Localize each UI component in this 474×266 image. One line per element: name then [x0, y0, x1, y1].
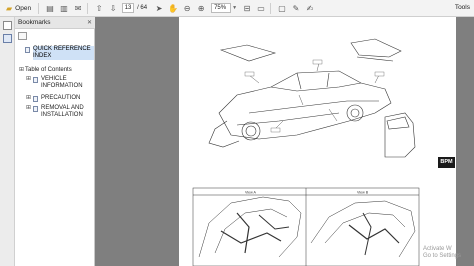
- page-number-input[interactable]: 13: [122, 3, 135, 13]
- expand-icon[interactable]: ⊞: [25, 95, 32, 102]
- bookmark-item[interactable]: ⊞ PRECAUTION: [25, 95, 93, 102]
- car-body-drawing: [218, 70, 392, 140]
- comment-icon: ▢: [278, 3, 286, 13]
- email-button[interactable]: ✉: [72, 2, 84, 15]
- hand-tool-button[interactable]: ✋: [167, 2, 179, 15]
- open-button[interactable]: ▰ Open: [2, 2, 35, 15]
- wheel-drawing: [241, 121, 261, 141]
- section-index-tab[interactable]: BPM: [438, 157, 455, 168]
- toolbar-divider: [270, 2, 272, 14]
- bookmarks-panel: Bookmarks ✕ QUICK REFERENCE INDEX ⊞ Tabl…: [0, 17, 95, 266]
- zoom-in-button[interactable]: ⊕: [195, 2, 207, 15]
- fit-page-button[interactable]: ⊟: [241, 2, 253, 15]
- document-icon: [33, 106, 38, 112]
- email-icon: ✉: [74, 3, 82, 13]
- document-icon: [25, 47, 30, 53]
- page-total: / 64: [137, 5, 148, 11]
- bookmarks-title: Bookmarks: [18, 19, 51, 26]
- save-button[interactable]: ▤: [44, 2, 56, 15]
- wheel-drawing: [346, 104, 364, 122]
- bookmarks-icon[interactable]: [3, 34, 12, 43]
- comment-button[interactable]: ▢: [276, 2, 288, 15]
- zoom-out-button[interactable]: ⊖: [181, 2, 193, 15]
- toolbar: ▰ Open ▤ ▥ ✉ ⇧ ⇩ 13 / 64 ➤ ✋ ⊖ ⊕ 75% ▼ ⊟…: [0, 0, 474, 17]
- bookmark-item[interactable]: ⊞ Table of Contents: [18, 67, 95, 74]
- close-icon[interactable]: ✕: [87, 17, 92, 29]
- chevron-down-icon: ▼: [232, 5, 238, 11]
- navigation-strip: [0, 17, 15, 266]
- pdf-page: View A View B: [179, 17, 456, 266]
- fit-page-icon: ⊟: [243, 3, 251, 13]
- toolbar-divider: [38, 2, 40, 14]
- print-button[interactable]: ▥: [58, 2, 70, 15]
- print-icon: ▥: [60, 3, 68, 13]
- folder-icon: ▰: [6, 3, 13, 13]
- highlighter-icon: ✎: [292, 3, 300, 13]
- bookmark-item[interactable]: ⊞ VEHICLE INFORMATION: [25, 76, 93, 90]
- bookmark-options-icon[interactable]: [18, 32, 27, 40]
- view-b-drawing: [310, 200, 416, 258]
- page-navigator: 13 / 64: [122, 3, 147, 13]
- document-icon: [33, 96, 38, 102]
- view-a-label: View A: [245, 191, 257, 195]
- bookmarks-header: Bookmarks ✕: [15, 17, 95, 29]
- watermark-line: Go to Settings: [423, 253, 462, 259]
- hood-panel-drawing: [219, 44, 277, 62]
- tools-button[interactable]: Tools: [455, 4, 470, 11]
- pen-icon: ✍: [306, 3, 314, 13]
- prev-page-button[interactable]: ⇧: [93, 2, 105, 15]
- toolbar-divider: [87, 2, 89, 14]
- save-icon: ▤: [46, 3, 54, 13]
- door-drawing: [384, 112, 416, 158]
- zoom-out-icon: ⊖: [183, 3, 191, 13]
- highlight-button[interactable]: ✎: [290, 2, 302, 15]
- expand-icon[interactable]: ⊞: [25, 105, 32, 119]
- scroll-icon: ▭: [257, 3, 265, 13]
- activation-watermark: Activate W Go to Settings: [423, 246, 473, 260]
- zoom-select[interactable]: 75% ▼: [211, 3, 237, 13]
- arrow-up-icon: ⇧: [95, 3, 103, 13]
- select-tool-button[interactable]: ➤: [153, 2, 165, 15]
- zoom-in-icon: ⊕: [197, 3, 205, 13]
- hand-icon: ✋: [168, 3, 179, 13]
- view-b-label: View B: [357, 191, 369, 195]
- expand-icon[interactable]: ⊞: [18, 67, 25, 74]
- document-viewport[interactable]: View A View B: [95, 17, 474, 266]
- vehicle-diagram: View A View B: [192, 38, 420, 266]
- sign-button[interactable]: ✍: [304, 2, 316, 15]
- bookmark-item[interactable]: QUICK REFERENCE INDEX: [24, 46, 94, 60]
- arrow-down-icon: ⇩: [109, 3, 117, 13]
- watermark-line: Activate W: [423, 246, 452, 252]
- bookmark-item[interactable]: ⊞ REMOVAL AND INSTALLATION: [25, 105, 93, 119]
- scroll-mode-button[interactable]: ▭: [255, 2, 267, 15]
- expand-icon[interactable]: ⊞: [25, 76, 32, 90]
- bookmarks-toolbar: [15, 30, 95, 42]
- next-page-button[interactable]: ⇩: [107, 2, 119, 15]
- page-thumbnails-icon[interactable]: [3, 21, 12, 30]
- cursor-icon: ➤: [155, 3, 163, 13]
- trunk-lid-drawing: [350, 38, 402, 58]
- zoom-level[interactable]: 75%: [211, 3, 232, 13]
- document-icon: [33, 77, 38, 83]
